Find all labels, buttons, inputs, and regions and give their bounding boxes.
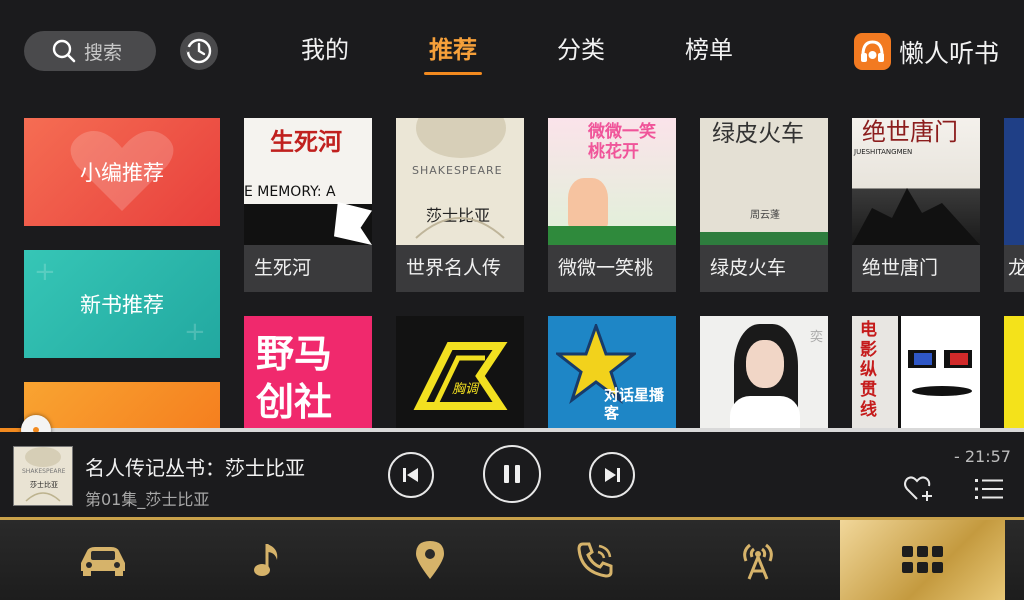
book-card[interactable]: 生死河 E MEMORY: A 生死河 [244,118,372,292]
book-card[interactable] [1004,316,1024,428]
brand: 懒人听书 [854,33,999,70]
book-cover: 奕 [700,316,828,428]
book-cover: 野马创社 [244,316,372,428]
book-cover: SHAKESPEARE 莎士比亚 [396,118,524,245]
playlist-menu-icon[interactable] [975,477,1003,501]
main-tabs: 我的 推荐 分类 榜单 [296,30,808,76]
history-button[interactable] [180,32,218,70]
book-card[interactable]: 龙 [1004,118,1024,292]
location-pin-icon [415,541,444,579]
car-icon [80,547,125,576]
history-icon [185,38,212,64]
app-root: 搜索 我的 推荐 分类 榜单 懒人听书 小编推荐 + + 新书推荐 生死河 E … [0,0,1024,600]
category-new-books[interactable]: + + 新书推荐 [24,250,220,358]
brand-name: 懒人听书 [899,38,1000,68]
radio-tower-icon [742,543,773,580]
svg-text:SHAKESPEARE: SHAKESPEARE [22,468,66,475]
book-title: 世界名人传 [396,245,524,292]
top-bar: 搜索 我的 推荐 分类 榜单 懒人听书 [0,0,1024,100]
cover-subtitle: 周云蓬 [750,210,780,221]
cover-title: 绿皮火车 [712,121,804,147]
cover-title: 胸调 [452,382,479,397]
next-button[interactable] [589,452,635,498]
remaining-time: - 21:57 [954,447,1011,466]
book-card[interactable]: 胸调 [396,316,524,428]
now-playing-title: 名人传记丛书：莎士比亚 [85,456,305,480]
category-third[interactable] [24,382,220,428]
category-label: 小编推荐 [80,161,164,185]
previous-button[interactable] [388,452,434,498]
music-note-icon [253,544,277,576]
book-cover: 胸调 [396,316,524,428]
dock-navigation[interactable] [347,520,512,600]
skip-next-icon [605,468,620,482]
book-card[interactable]: 对话星播客 [548,316,676,428]
book-title: 龙 [1004,245,1024,292]
cover-subtitle: JUESHITANGMEN [854,148,913,156]
tab-ranking[interactable]: 榜单 [680,30,808,76]
cover-subtitle: E MEMORY: A [244,184,336,200]
dock-car[interactable] [20,520,185,600]
cover-title: 微微一笑桃花开 [588,122,656,162]
book-card[interactable]: SHAKESPEARE 莎士比亚 世界名人传 [396,118,524,292]
dock-music[interactable] [185,520,350,600]
book-card[interactable]: 绿皮火车 周云蓬 绿皮火车 [700,118,828,292]
svg-text:+: + [34,257,56,287]
cover-title: 奕 [810,330,824,345]
category-editor-pick[interactable]: 小编推荐 [24,118,220,226]
cover-subtitle: SHAKESPEARE [412,164,503,177]
cover-title: 生死河 [270,127,342,156]
apps-grid-icon [901,546,943,573]
book-card[interactable]: 野马创社 [244,316,372,428]
book-cover: 电影纵贯线 [852,316,980,428]
now-playing-cover[interactable]: SHAKESPEARE 莎士比亚 [13,446,73,506]
book-cover [1004,316,1024,428]
svg-text:+: + [184,317,206,347]
book-cover: 生死河 E MEMORY: A [244,118,372,245]
dock-apps[interactable] [840,520,1005,600]
tab-recommend[interactable]: 推荐 [424,30,552,76]
cover-title: 对话星播客 [604,386,665,422]
book-title: 微微一笑桃 [548,245,676,292]
book-cover: 绝世唐门 JUESHITANGMEN [852,118,980,245]
mini-player: SHAKESPEARE 莎士比亚 名人传记丛书：莎士比亚 第01集_莎士比亚 -… [0,432,1024,518]
book-card[interactable]: 微微一笑桃花开 微微一笑桃 [548,118,676,292]
svg-text:莎士比亚: 莎士比亚 [30,480,58,489]
dock-radio[interactable] [675,520,840,600]
category-label: 新书推荐 [80,293,164,317]
search-icon [52,39,76,63]
book-title: 绿皮火车 [700,245,828,292]
book-cover: 对话星播客 [548,316,676,428]
app-logo-icon [854,33,891,70]
phone-icon [576,542,612,578]
search-label: 搜索 [84,41,123,64]
book-title: 绝世唐门 [852,245,980,292]
book-title: 生死河 [244,245,372,292]
tab-category[interactable]: 分类 [552,30,680,76]
pause-button[interactable] [483,445,541,503]
cover-title: 电影纵贯线 [860,320,877,420]
tab-mine[interactable]: 我的 [296,30,424,76]
book-card[interactable]: 奕 [700,316,828,428]
cover-title: 绝世唐门 [862,118,958,146]
book-cover: 绿皮火车 周云蓬 [700,118,828,245]
book-card[interactable]: 绝世唐门 JUESHITANGMEN 绝世唐门 [852,118,980,292]
skip-previous-icon [403,468,418,482]
now-playing-episode: 第01集_莎士比亚 [85,490,210,509]
bottom-dock [0,520,1024,600]
favorite-add-icon[interactable] [903,474,935,502]
book-card[interactable]: 电影纵贯线 [852,316,980,428]
cover-title: 野马创社 [256,332,333,424]
search-box[interactable]: 搜索 [24,31,156,71]
pause-icon [504,465,520,483]
book-cover [1004,118,1024,245]
book-cover: 微微一笑桃花开 [548,118,676,245]
dock-phone[interactable] [512,520,677,600]
